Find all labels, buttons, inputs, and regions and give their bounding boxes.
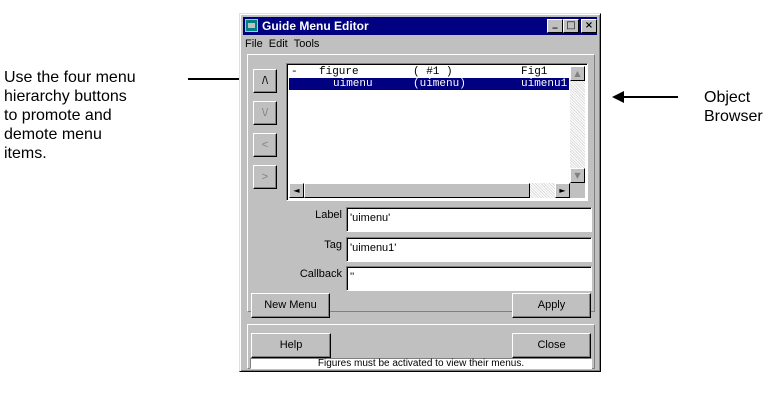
row-name: figure [319,66,359,78]
apply-button[interactable]: Apply [512,293,591,318]
window-title: Guide Menu Editor [262,19,369,33]
promote-up-button[interactable]: /\ [253,69,277,93]
menu-edit[interactable]: Edit [267,36,292,50]
menu-file[interactable]: File [243,36,267,50]
tag-field-caption: Tag [324,239,342,251]
tag-field[interactable]: 'uimenu1' [346,237,592,262]
title-bar[interactable]: Guide Menu Editor _ □ × [243,17,597,35]
menu-tools[interactable]: Tools [292,36,324,50]
annotation-line: items. [4,145,47,162]
app-icon [245,19,258,32]
guide-menu-editor-window: Guide Menu Editor _ □ × File Edit Tools /\… [239,13,601,372]
scroll-corner [570,183,585,198]
minimize-button[interactable]: _ [547,19,563,33]
object-browser[interactable]: - figure ( #1 ) Fig1 uimenu (uimenu) uim… [286,63,588,201]
browser-row-uimenu[interactable]: uimenu (uimenu) uimenu1 [289,78,569,90]
row-handle: ( #1 ) [413,66,453,78]
close-dialog-button[interactable]: Close [512,333,591,358]
left-arrow-shaft [188,78,242,80]
hierarchy-buttons-annotation: Use the four menu hierarchy buttons to p… [4,68,184,163]
tree-toggle[interactable]: - [291,66,298,78]
annotation-line: Browser [704,108,763,125]
vertical-scrollbar[interactable] [570,66,585,183]
callback-field-caption: Callback [299,268,342,280]
row-name: uimenu [333,78,373,90]
maximize-button[interactable]: □ [563,19,579,33]
annotation-line: hierarchy buttons [4,88,127,105]
browser-row-figure[interactable]: - figure ( #1 ) Fig1 [289,66,569,78]
close-button[interactable]: × [581,19,597,33]
annotation-line: Use the four menu [4,69,136,86]
annotation-line: demote menu [4,126,102,143]
demote-down-button[interactable]: \/ [253,101,277,125]
scroll-right-arrow-icon[interactable]: ► [555,183,570,198]
callback-field[interactable]: '' [346,266,592,291]
row-tag: Fig1 [521,66,548,78]
label-field-caption: Label [315,209,342,221]
menu-bar: File Edit Tools [243,36,323,54]
new-menu-button[interactable]: New Menu [251,293,330,318]
annotation-line: to promote and [4,107,112,124]
demote-right-button[interactable]: > [253,165,277,189]
scroll-down-arrow-icon[interactable]: ▼ [570,168,585,183]
help-button[interactable]: Help [251,333,331,358]
annotation-line: Object [704,89,751,106]
scroll-left-arrow-icon[interactable]: ◄ [289,183,304,198]
editor-panel: /\ \/ < > - figure ( #1 ) Fig1 uimenu (u… [247,54,595,312]
row-handle: (uimenu) [413,78,466,90]
promote-left-button[interactable]: < [253,133,277,157]
label-field[interactable]: 'uimenu' [346,207,592,232]
object-browser-annotation: Object Browser [704,88,774,126]
right-arrow-shaft [622,96,678,98]
status-message: Figures must be activated to view their … [250,358,592,369]
row-tag: uimenu1 [521,78,568,90]
scroll-up-arrow-icon[interactable]: ▲ [570,66,585,81]
horizontal-scroll-thumb[interactable] [304,183,530,198]
